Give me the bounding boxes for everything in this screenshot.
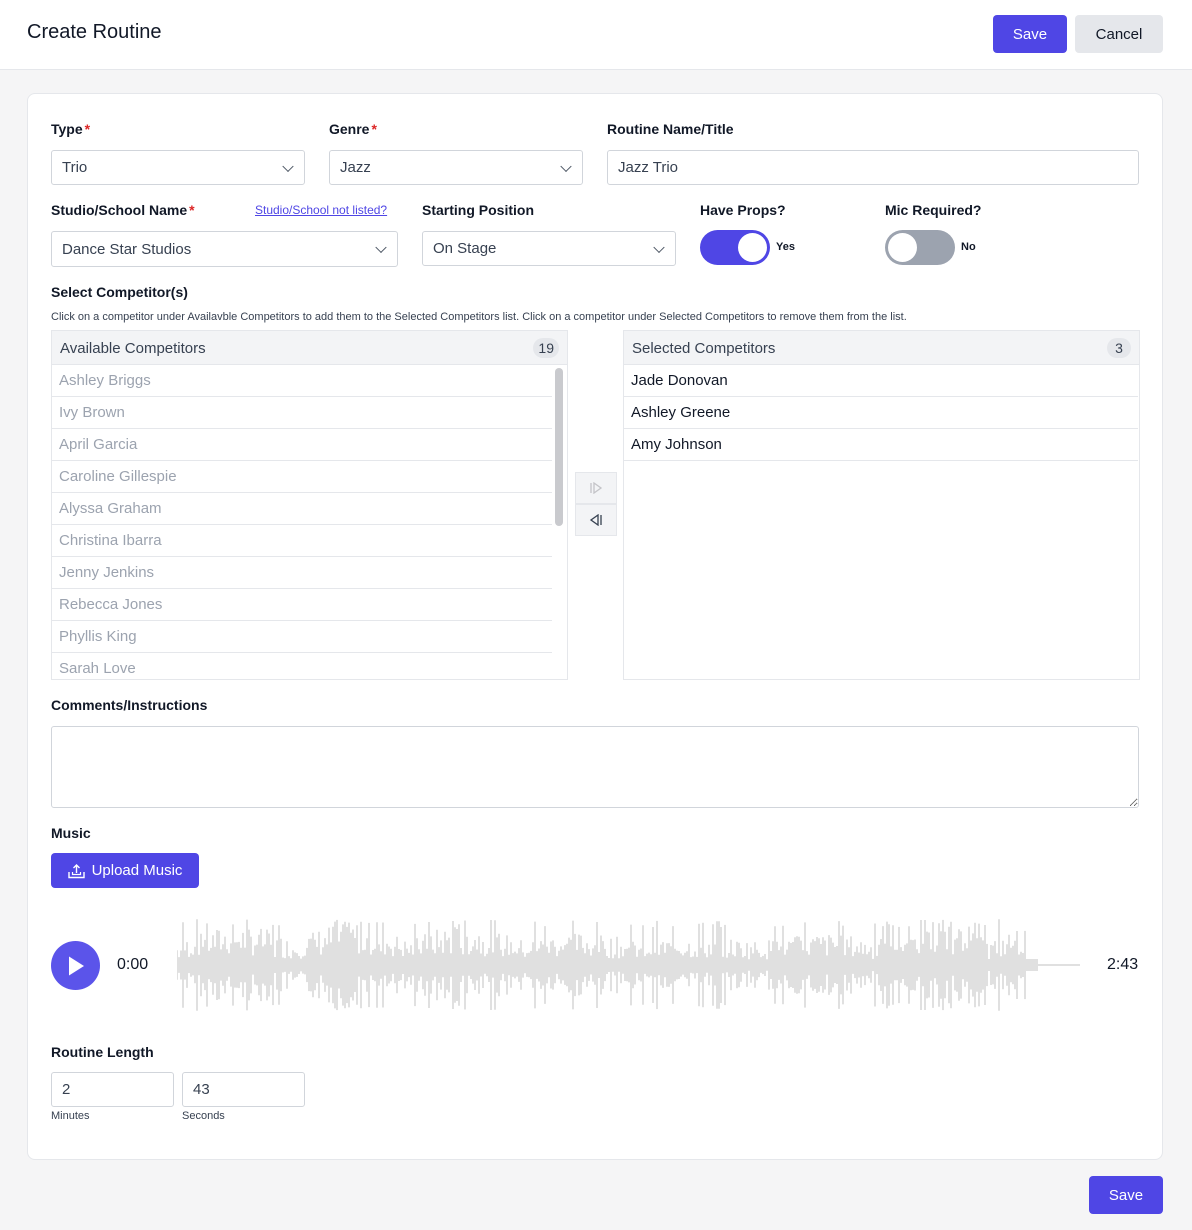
seconds-value: 43 — [193, 1081, 210, 1098]
waveform-path — [177, 919, 1080, 1011]
starting-position-value: On Stage — [433, 240, 497, 257]
genre-label: Genre * — [329, 121, 377, 137]
required-mark: * — [84, 121, 91, 137]
upload-music-label: Upload Music — [91, 862, 183, 879]
competitors-hint: Click on a competitor under Availavble C… — [51, 311, 907, 323]
routine-form-card: Type * Trio Genre * Jazz Routine Name/Titl… — [27, 93, 1163, 1160]
selected-count-badge: 3 — [1107, 338, 1131, 358]
upload-icon — [67, 863, 85, 878]
minutes-label: Minutes — [51, 1110, 90, 1122]
toggle-knob — [888, 233, 917, 262]
list-item[interactable]: Amy Johnson — [624, 429, 1138, 461]
list-item[interactable]: Ivy Brown — [52, 397, 552, 429]
move-right-icon — [590, 482, 603, 494]
type-select-value: Trio — [62, 159, 88, 176]
chevron-down-icon — [282, 160, 294, 172]
move-left-button[interactable] — [575, 504, 617, 536]
play-icon — [68, 956, 84, 975]
list-item[interactable]: Ashley Briggs — [52, 365, 552, 397]
move-right-button[interactable] — [575, 472, 617, 504]
selected-list-header: Selected Competitors 3 — [624, 331, 1139, 365]
starting-position-select[interactable]: On Stage — [422, 231, 676, 266]
list-item[interactable]: Sarah Love — [52, 653, 552, 679]
available-list-title: Available Competitors — [60, 340, 206, 357]
available-competitors-list: Available Competitors 19 Ashley Briggs I… — [51, 330, 568, 680]
seconds-input[interactable]: 43 — [182, 1072, 305, 1107]
selected-competitors-list: Selected Competitors 3 Jade Donovan Ashl… — [623, 330, 1140, 680]
minutes-input[interactable]: 2 — [51, 1072, 174, 1107]
genre-select-value: Jazz — [340, 159, 371, 176]
selected-list-title: Selected Competitors — [632, 340, 776, 357]
list-scrollbar[interactable] — [555, 368, 563, 526]
mic-toggle[interactable] — [885, 230, 955, 265]
toggle-knob — [738, 233, 767, 262]
available-count-badge: 19 — [533, 338, 559, 358]
required-mark: * — [371, 121, 377, 137]
routine-name-value: Jazz Trio — [618, 159, 679, 176]
props-label: Have Props? — [700, 202, 786, 218]
list-item[interactable]: Christina Ibarra — [52, 525, 552, 557]
upload-music-button[interactable]: Upload Music — [51, 853, 199, 888]
props-toggle[interactable] — [700, 230, 770, 265]
mic-toggle-state: No — [961, 241, 976, 253]
footer-save-button[interactable]: Save — [1089, 1176, 1163, 1214]
list-item[interactable]: Rebecca Jones — [52, 589, 552, 621]
seconds-label: Seconds — [182, 1110, 225, 1122]
chevron-down-icon — [560, 160, 572, 172]
list-item[interactable]: Caroline Gillespie — [52, 461, 552, 493]
top-bar: Create Routine Save Cancel — [0, 0, 1192, 70]
mic-label: Mic Required? — [885, 202, 982, 218]
routine-name-label: Routine Name/Title — [607, 121, 734, 137]
required-mark: * — [189, 202, 195, 218]
move-left-icon — [589, 514, 602, 526]
duration-time: 2:43 — [1107, 956, 1139, 973]
type-label: Type * — [51, 121, 91, 137]
save-button[interactable]: Save — [993, 15, 1067, 53]
routine-name-input[interactable]: Jazz Trio — [607, 150, 1139, 185]
type-select[interactable]: Trio — [51, 150, 305, 185]
comments-label: Comments/Instructions — [51, 697, 208, 713]
list-item[interactable]: Phyllis King — [52, 621, 552, 653]
starting-position-label: Starting Position — [422, 202, 534, 218]
play-button[interactable] — [51, 941, 100, 990]
chevron-down-icon — [653, 241, 665, 253]
routine-length-label: Routine Length — [51, 1044, 154, 1060]
minutes-value: 2 — [62, 1081, 71, 1098]
list-item[interactable]: Alyssa Graham — [52, 493, 552, 525]
studio-not-listed-link[interactable]: Studio/School not listed? — [255, 203, 387, 217]
list-item[interactable]: Ashley Greene — [624, 397, 1138, 429]
genre-select[interactable]: Jazz — [329, 150, 583, 185]
comments-textarea[interactable] — [51, 726, 1139, 808]
music-label: Music — [51, 825, 91, 841]
page-title: Create Routine — [27, 21, 162, 43]
list-item[interactable]: Jenny Jenkins — [52, 557, 552, 589]
competitors-label: Select Competitor(s) — [51, 284, 188, 300]
studio-select-value: Dance Star Studios — [62, 240, 192, 258]
chevron-down-icon — [375, 241, 387, 254]
list-item[interactable]: April Garcia — [52, 429, 552, 461]
current-time: 0:00 — [117, 956, 149, 973]
studio-label: Studio/School Name * — [51, 202, 195, 218]
available-list-header: Available Competitors 19 — [52, 331, 567, 365]
cancel-button[interactable]: Cancel — [1075, 15, 1163, 53]
audio-waveform[interactable] — [177, 917, 1081, 1013]
list-item[interactable]: Jade Donovan — [624, 365, 1138, 397]
studio-select[interactable]: Dance Star Studios — [51, 231, 398, 267]
props-toggle-state: Yes — [776, 241, 795, 253]
